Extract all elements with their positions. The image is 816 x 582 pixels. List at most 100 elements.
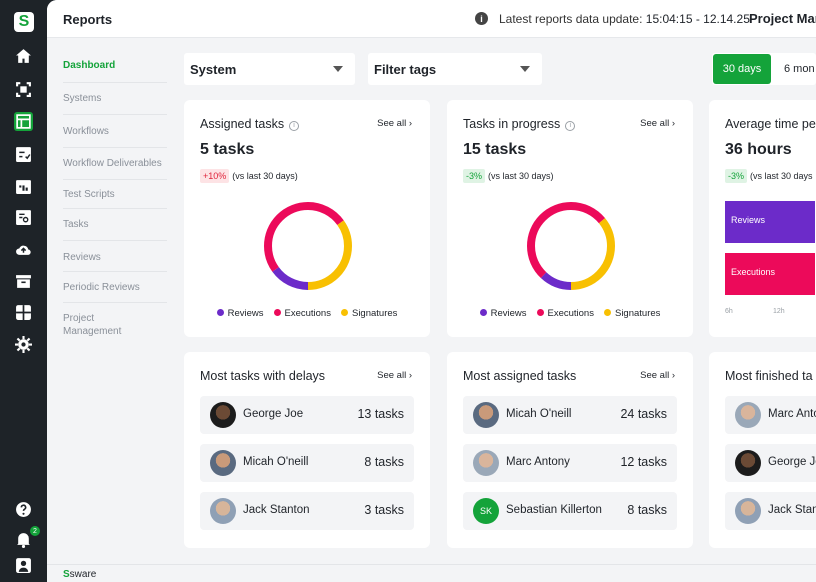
person-name: Marc Antony [506, 456, 570, 468]
list-item[interactable]: Marc Antony 12 tasks [463, 444, 677, 482]
nav-divider [63, 271, 167, 272]
legend-signatures: Signatures [603, 308, 660, 319]
delta-badge: -3% (vs last 30 days [725, 169, 813, 183]
archive-icon[interactable] [14, 272, 33, 291]
scan-icon[interactable] [14, 80, 33, 99]
last-update-value: 15:04:15 - 12.14.25 [645, 12, 750, 26]
nav-item-dashboard[interactable]: Dashboard [63, 59, 167, 72]
task-count: 13 tasks [357, 407, 404, 421]
most-assigned-card: Most assigned tasks See all › Micah O'ne… [447, 352, 693, 548]
person-name: Micah O'neill [243, 456, 309, 468]
nav-item-reviews[interactable]: Reviews [63, 251, 167, 264]
average-time-value: 36 hours [725, 141, 792, 158]
legend-executions-label: Executions [284, 308, 331, 319]
see-all-link[interactable]: See all › [377, 118, 412, 129]
top-bar: Reports i Latest reports data update: 15… [47, 0, 816, 38]
list-item[interactable]: Jack Stanton 3 tasks [200, 492, 414, 530]
chart-legend: Reviews Executions Signatures [447, 308, 693, 319]
system-select-value: System [190, 62, 237, 77]
assigned-tasks-card: Assigned tasks i See all › 5 tasks +10% (v… [184, 100, 430, 337]
reports-icon[interactable] [14, 112, 33, 131]
list-item[interactable]: Micah O'neill 24 tasks [463, 396, 677, 434]
task-count: 8 tasks [627, 503, 667, 517]
executions-bar: Executions [725, 253, 815, 295]
project-selector[interactable]: Project Man [749, 11, 816, 26]
reviews-bar: Reviews [725, 201, 815, 243]
legend-dot [216, 309, 224, 316]
last-update-label: Latest reports data update: [499, 12, 643, 26]
last-update-text: Latest reports data update: 15:04:15 - 1… [499, 12, 750, 26]
icon-rail: S 2 [0, 0, 47, 582]
nav-item-workflows[interactable]: Workflows [63, 125, 167, 138]
legend-reviews: Reviews [479, 308, 527, 319]
avatar [473, 402, 499, 428]
most-finished-title: Most finished ta [725, 369, 813, 383]
report-nav: Dashboard Systems Workflows Workflow Del… [47, 38, 175, 564]
sware-logo-icon[interactable]: S [14, 12, 34, 32]
tasks-in-progress-title: Tasks in progress [463, 117, 561, 131]
system-select[interactable]: System [184, 53, 355, 85]
delta-note: (vs last 30 days) [232, 171, 298, 181]
average-time-card: Average time pe 36 hours -3% (vs last 30 … [709, 100, 816, 337]
list-item[interactable]: Micah O'neill 8 tasks [200, 444, 414, 482]
filter-tags-select[interactable]: Filter tags [368, 53, 542, 85]
avatar [210, 498, 236, 524]
list-item[interactable]: George Joe 13 tasks [200, 396, 414, 434]
legend-dot [340, 309, 348, 316]
list-item[interactable]: George Jo [725, 444, 816, 482]
nav-divider [63, 82, 167, 83]
nav-divider [63, 302, 167, 303]
calendar-icon[interactable] [14, 177, 33, 196]
info-icon[interactable]: i [289, 121, 300, 131]
see-all-link[interactable]: See all › [640, 370, 675, 381]
most-finished-card: Most finished ta Marc Anto George Jo Jac… [709, 352, 816, 548]
avatar [210, 402, 236, 428]
nav-item-workflow-deliverables[interactable]: Workflow Deliverables [63, 157, 167, 170]
delta-value: -3% [463, 169, 486, 183]
nav-item-systems[interactable]: Systems [63, 92, 167, 105]
nav-divider [63, 179, 167, 180]
bar-label: Reviews [731, 215, 766, 225]
user-icon[interactable] [14, 556, 33, 575]
nav-item-periodic-reviews[interactable]: Periodic Reviews [63, 281, 167, 294]
person-name: Micah O'neill [506, 408, 572, 420]
main-app: Reports i Latest reports data update: 15… [47, 0, 816, 582]
legend-signatures-label: Signatures [351, 308, 398, 319]
range-6-months-button[interactable]: 6 mon [784, 63, 815, 75]
list-item[interactable]: SK Sebastian Killerton 8 tasks [463, 492, 677, 530]
settings-icon[interactable] [14, 335, 33, 354]
search-doc-icon[interactable] [14, 208, 33, 227]
home-icon[interactable] [14, 47, 33, 66]
progress-donut-chart [527, 202, 615, 290]
range-30-days-button[interactable]: 30 days [713, 54, 771, 84]
avatar-initials: SK [473, 498, 499, 524]
see-all-link[interactable]: See all › [377, 370, 412, 381]
nav-item-test-scripts[interactable]: Test Scripts [63, 188, 167, 201]
list-item[interactable]: Jack Stan [725, 492, 816, 530]
chevron-down-icon [520, 66, 530, 72]
info-icon[interactable]: i [565, 121, 576, 131]
footer: Ssware [47, 564, 816, 582]
list-item[interactable]: Marc Anto [725, 396, 816, 434]
see-all-link[interactable]: See all › [640, 118, 675, 129]
nav-item-project-management[interactable]: Project Management [63, 312, 133, 338]
logo-letter: S [18, 13, 30, 30]
legend-dot [603, 309, 611, 316]
nav-item-tasks[interactable]: Tasks [63, 218, 167, 231]
apps-icon[interactable] [14, 303, 33, 322]
checklist-icon[interactable] [14, 145, 33, 164]
assigned-donut-chart [264, 202, 352, 290]
help-icon[interactable] [14, 500, 33, 519]
avatar [735, 402, 761, 428]
legend-reviews: Reviews [216, 308, 264, 319]
axis-tick: 12h [773, 308, 785, 315]
legend-reviews-label: Reviews [227, 308, 264, 319]
avatar [735, 498, 761, 524]
bar-label: Executions [731, 267, 776, 277]
delta-badge: -3% (vs last 30 days) [463, 169, 554, 183]
tasks-in-progress-value: 15 tasks [463, 141, 527, 158]
cloud-upload-icon[interactable] [14, 240, 33, 259]
info-icon[interactable]: i [475, 12, 488, 25]
person-name: Sebastian Killerton [506, 504, 602, 516]
person-name: Marc Anto [768, 408, 816, 420]
